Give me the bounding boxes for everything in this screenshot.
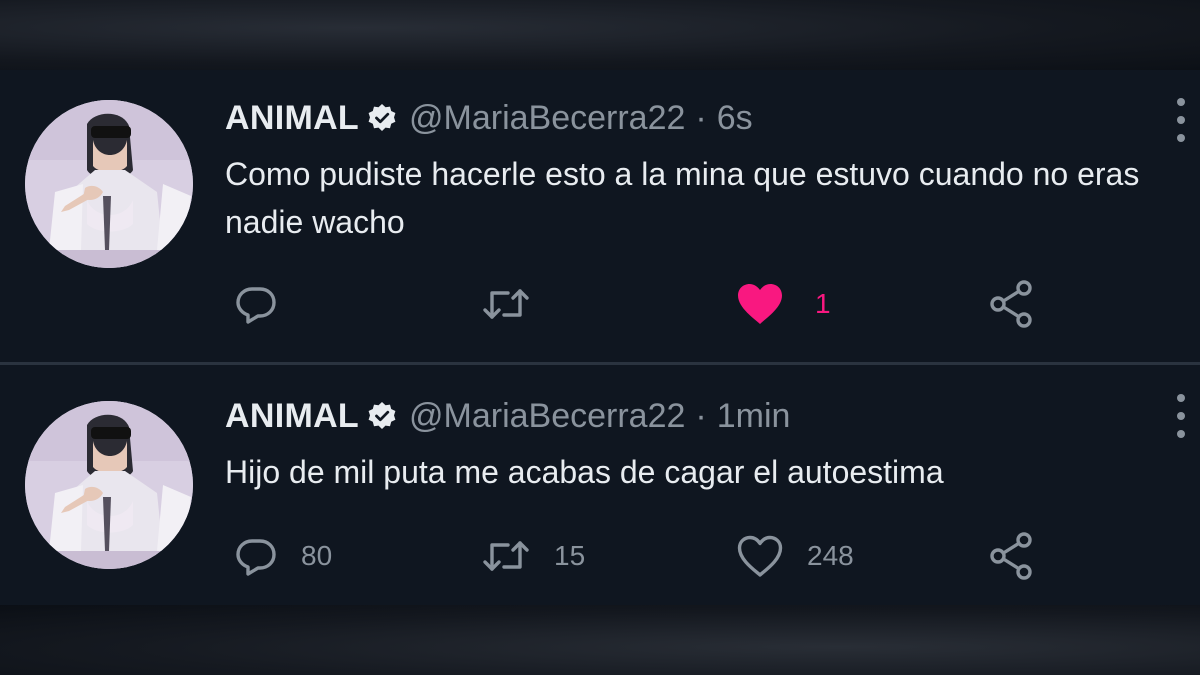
verified-badge-icon bbox=[367, 103, 397, 133]
more-options-icon[interactable] bbox=[1174, 98, 1188, 142]
share-button[interactable] bbox=[987, 526, 1037, 586]
heart-icon bbox=[737, 535, 783, 577]
reply-count: 80 bbox=[301, 540, 333, 571]
heart-filled-icon bbox=[738, 284, 782, 324]
avatar[interactable] bbox=[25, 100, 193, 268]
reply-icon bbox=[236, 287, 276, 324]
reply-icon bbox=[236, 539, 276, 576]
like-button[interactable]: 1 bbox=[735, 274, 831, 334]
tweet-actions: 80 15 248 bbox=[225, 526, 1065, 586]
tweet-divider bbox=[0, 362, 1200, 365]
blurred-bottom-border bbox=[0, 605, 1200, 675]
user-handle[interactable]: @MariaBecerra22 bbox=[409, 99, 685, 138]
tweet[interactable]: ANIMAL @MariaBecerra22 · 6s Como pudiste… bbox=[0, 70, 1200, 362]
tweet-text: Como pudiste hacerle esto a la mina que … bbox=[225, 156, 1140, 240]
like-count: 1 bbox=[815, 288, 831, 319]
screenshot-frame: ANIMAL @MariaBecerra22 · 6s Como pudiste… bbox=[0, 0, 1200, 675]
like-count: 248 bbox=[807, 540, 854, 571]
blurred-top-border bbox=[0, 0, 1200, 70]
tweet-actions: 1 bbox=[225, 274, 1065, 334]
share-icon bbox=[990, 280, 1032, 328]
like-button[interactable]: 248 bbox=[735, 526, 854, 586]
share-button[interactable] bbox=[987, 274, 1037, 334]
more-options-icon[interactable] bbox=[1174, 394, 1188, 438]
display-name[interactable]: ANIMAL bbox=[225, 397, 359, 436]
retweet-button[interactable] bbox=[480, 274, 554, 334]
user-handle[interactable]: @MariaBecerra22 bbox=[409, 397, 685, 436]
share-icon bbox=[990, 532, 1032, 580]
timestamp[interactable]: 1min bbox=[717, 397, 791, 436]
retweet-count: 15 bbox=[554, 540, 586, 571]
verified-badge-icon bbox=[367, 401, 397, 431]
tweet-text: Hijo de mil puta me acabas de cagar el a… bbox=[225, 454, 944, 490]
timeline: ANIMAL @MariaBecerra22 · 6s Como pudiste… bbox=[0, 70, 1200, 605]
tweet-header: ANIMAL @MariaBecerra22 · 1min bbox=[225, 396, 790, 436]
separator-dot: · bbox=[695, 396, 707, 435]
retweet-icon bbox=[483, 541, 529, 571]
retweet-icon bbox=[483, 289, 529, 319]
retweet-button[interactable]: 15 bbox=[480, 526, 585, 586]
display-name[interactable]: ANIMAL bbox=[225, 99, 359, 138]
reply-button[interactable]: 80 bbox=[233, 526, 332, 586]
tweet-header: ANIMAL @MariaBecerra22 · 6s bbox=[225, 98, 753, 138]
separator-dot: · bbox=[695, 98, 707, 137]
avatar[interactable] bbox=[25, 401, 193, 569]
timestamp[interactable]: 6s bbox=[717, 99, 753, 138]
tweet[interactable]: ANIMAL @MariaBecerra22 · 1min Hijo de mi… bbox=[0, 366, 1200, 605]
reply-button[interactable] bbox=[233, 274, 301, 334]
